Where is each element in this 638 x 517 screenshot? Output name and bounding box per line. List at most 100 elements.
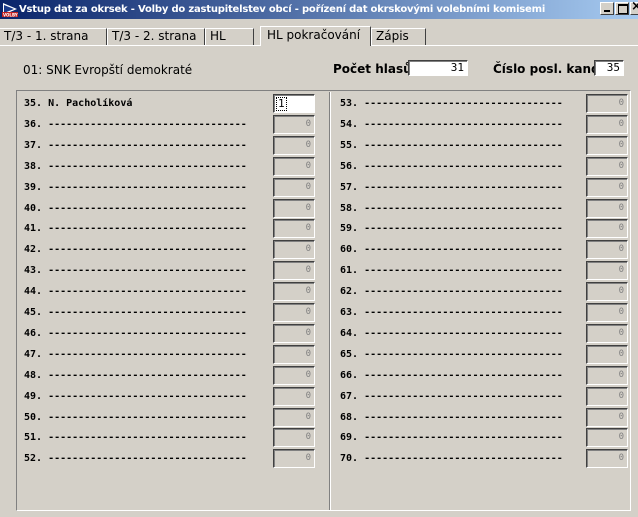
tab-strip: T/3 - 1. strana T/3 - 2. strana HL HL po… [0,19,638,46]
candidate-row: 57. --------------------------------- 0 [340,178,628,199]
candidate-label: 49. --------------------------------- [24,391,247,402]
candidate-row: 67. --------------------------------- 0 [340,387,628,408]
candidate-votes-input[interactable]: 0 [586,345,628,364]
candidate-votes-input[interactable]: 0 [586,408,628,427]
candidate-votes-input[interactable]: 0 [273,199,315,218]
candidate-row: 49. --------------------------------- 0 [24,387,315,408]
candidate-votes-input[interactable]: 0 [273,449,315,468]
candidate-votes-input[interactable]: 0 [586,157,628,176]
candidate-votes-input[interactable]: 0 [273,157,315,176]
votes-field[interactable]: 31 [408,60,468,76]
candidate-votes-input[interactable]: 0 [586,324,628,343]
candidate-label: 61. --------------------------------- [340,265,563,276]
candidate-label: 68. --------------------------------- [340,412,563,423]
candidate-label: 48. --------------------------------- [24,370,247,381]
column-divider [329,92,331,510]
tab-hl[interactable]: HL [205,28,254,45]
tab-t3-strana-1[interactable]: T/3 - 1. strana [0,28,107,45]
candidate-votes-input[interactable]: 0 [273,282,315,301]
candidate-row: 42. --------------------------------- 0 [24,240,315,261]
candidate-votes-input[interactable]: 0 [586,387,628,406]
candidate-label: 50. --------------------------------- [24,412,247,423]
candidate-row: 35. N. Pacholíková 1 [24,94,315,115]
candidate-votes-input[interactable]: 0 [273,408,315,427]
close-button[interactable] [630,0,638,15]
candidate-votes-input[interactable]: 0 [273,240,315,259]
candidate-row: 40. --------------------------------- 0 [24,199,315,220]
candidate-votes-input[interactable]: 0 [273,366,315,385]
candidate-row: 64. --------------------------------- 0 [340,324,628,345]
svg-text:VOLBY: VOLBY [3,12,18,17]
candidate-label: 35. N. Pacholíková [24,98,133,109]
title-bar[interactable]: VOLBY Vstup dat za okrsek - Volby do zas… [0,0,638,19]
candidate-row: 54. --------------------------------- 0 [340,115,628,136]
candidate-votes-input[interactable]: 0 [586,115,628,134]
candidate-row: 38. --------------------------------- 0 [24,157,315,178]
candidate-votes-input[interactable]: 0 [273,345,315,364]
candidate-votes-input[interactable]: 0 [273,324,315,343]
candidate-row: 36. --------------------------------- 0 [24,115,315,136]
candidate-votes-input[interactable]: 0 [586,199,628,218]
candidate-label: 51. --------------------------------- [24,432,247,443]
candidate-votes-input[interactable]: 0 [586,366,628,385]
candidate-row: 70. --------------------------------- 0 [340,449,628,470]
candidate-row: 53. --------------------------------- 0 [340,94,628,115]
last-candidate-field[interactable]: 35 [594,60,624,76]
candidate-label: 41. --------------------------------- [24,223,247,234]
maximize-button[interactable] [615,2,629,15]
candidate-label: 54. --------------------------------- [340,119,563,130]
candidate-votes-input[interactable]: 0 [586,449,628,468]
candidate-label: 36. --------------------------------- [24,119,247,130]
last-candidate-label: Číslo posl. kand. [493,62,605,76]
candidate-label: 62. --------------------------------- [340,286,563,297]
candidate-votes-input[interactable]: 0 [586,282,628,301]
candidate-votes-input[interactable]: 0 [273,178,315,197]
candidate-row: 60. --------------------------------- 0 [340,240,628,261]
candidate-votes-input[interactable]: 0 [273,115,315,134]
candidate-label: 42. --------------------------------- [24,244,247,255]
tab-hl-pokracovani[interactable]: HL pokračování [260,26,371,46]
candidate-votes-input[interactable]: 0 [273,428,315,447]
candidate-votes-input[interactable]: 0 [586,240,628,259]
window-controls [599,0,638,15]
candidate-votes-input[interactable]: 0 [273,261,315,280]
candidate-votes-input[interactable]: 0 [273,303,315,322]
candidate-votes-input[interactable]: 0 [586,303,628,322]
candidate-votes-input[interactable]: 0 [586,136,628,155]
candidate-row: 51. --------------------------------- 0 [24,428,315,449]
party-name: 01: SNK Evropští demokraté [23,63,193,77]
candidate-votes-input[interactable]: 0 [273,136,315,155]
candidate-votes-value: 1 [276,97,287,111]
candidate-row: 56. --------------------------------- 0 [340,157,628,178]
minimize-button[interactable] [600,2,614,15]
candidate-label: 52. --------------------------------- [24,453,247,464]
candidate-label: 60. --------------------------------- [340,244,563,255]
candidate-votes-input[interactable]: 0 [586,94,628,113]
candidate-votes-input[interactable]: 1 [273,94,315,113]
candidate-label: 44. --------------------------------- [24,286,247,297]
candidate-label: 59. --------------------------------- [340,223,563,234]
candidate-votes-input[interactable]: 0 [586,219,628,238]
candidate-row: 58. --------------------------------- 0 [340,199,628,220]
candidate-label: 38. --------------------------------- [24,161,247,172]
candidate-row: 44. --------------------------------- 0 [24,282,315,303]
candidate-label: 43. --------------------------------- [24,265,247,276]
candidate-row: 59. --------------------------------- 0 [340,219,628,240]
candidate-row: 68. --------------------------------- 0 [340,408,628,429]
candidate-votes-input[interactable]: 0 [586,178,628,197]
candidate-row: 37. --------------------------------- 0 [24,136,315,157]
candidate-votes-input[interactable]: 0 [273,387,315,406]
candidate-votes-input[interactable]: 0 [273,219,315,238]
candidate-label: 58. --------------------------------- [340,203,563,214]
tab-t3-strana-2[interactable]: T/3 - 2. strana [107,28,205,45]
candidate-row: 65. --------------------------------- 0 [340,345,628,366]
tab-zapis[interactable]: Zápis [371,28,426,45]
candidate-row: 48. --------------------------------- 0 [24,366,315,387]
candidate-row: 45. --------------------------------- 0 [24,303,315,324]
candidate-votes-input[interactable]: 0 [586,261,628,280]
candidate-label: 67. --------------------------------- [340,391,563,402]
candidate-votes-input[interactable]: 0 [586,428,628,447]
candidate-row: 55. --------------------------------- 0 [340,136,628,157]
header-row: 01: SNK Evropští demokraté Počet hlasů 3… [0,46,638,90]
candidate-row: 46. --------------------------------- 0 [24,324,315,345]
